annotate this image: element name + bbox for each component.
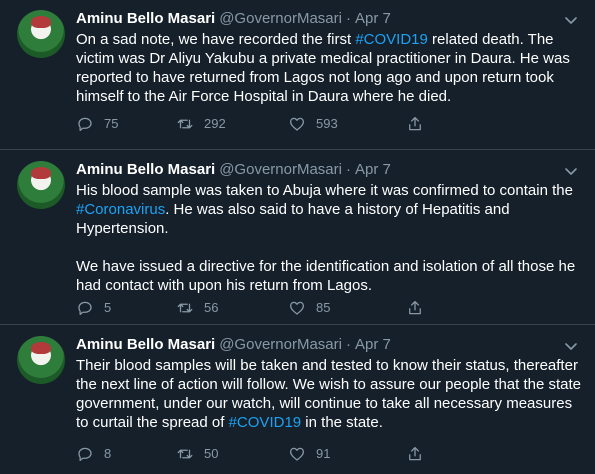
- tweet-paragraph: We have issued a directive for the ident…: [76, 258, 576, 294]
- like-button[interactable]: 91: [288, 444, 330, 464]
- tweet-text: On a sad note, we have recorded the firs…: [76, 31, 570, 105]
- retweet-count: 56: [204, 300, 219, 315]
- tweet-header: Aminu Bello Masari @GovernorMasari · Apr 7: [76, 335, 391, 355]
- avatar[interactable]: [17, 10, 65, 58]
- avatar[interactable]: [17, 161, 65, 209]
- author-handle[interactable]: @GovernorMasari: [219, 161, 342, 178]
- share-button[interactable]: [406, 298, 434, 318]
- reply-icon: [78, 301, 92, 316]
- tweet-date[interactable]: Apr 7: [355, 161, 391, 178]
- tweet-text: His blood sample was taken to Abuja wher…: [76, 181, 586, 295]
- like-icon: [289, 447, 305, 461]
- like-count: 91: [316, 446, 331, 461]
- chevron-down-icon[interactable]: [563, 163, 579, 179]
- chevron-down-icon[interactable]: [563, 12, 579, 28]
- hashtag-link[interactable]: #COVID19: [229, 414, 302, 431]
- retweet-button[interactable]: 50: [176, 444, 218, 464]
- reply-button[interactable]: 75: [76, 114, 118, 134]
- like-count: 593: [316, 116, 338, 131]
- reply-count: 5: [104, 300, 112, 315]
- tweet-actions: 5 56 85: [76, 298, 516, 318]
- retweet-icon: [177, 303, 193, 313]
- share-button[interactable]: [406, 444, 434, 464]
- tweet[interactable]: Aminu Bello Masari @GovernorMasari · Apr 7 …: [0, 0, 595, 150]
- like-icon: [289, 117, 305, 131]
- retweet-count: 50: [204, 446, 219, 461]
- author-handle[interactable]: @GovernorMasari: [219, 10, 342, 27]
- share-button[interactable]: [406, 114, 434, 134]
- reply-count: 75: [104, 116, 119, 131]
- tweet-text: Their blood samples will be taken and te…: [76, 357, 582, 431]
- tweet-date[interactable]: Apr 7: [355, 10, 391, 27]
- share-icon: [409, 446, 421, 461]
- tweet-actions: 8 50 91: [76, 444, 516, 464]
- tweet-header: Aminu Bello Masari @GovernorMasari · Apr 7: [76, 9, 391, 29]
- reply-icon: [78, 117, 92, 132]
- reply-count: 8: [104, 446, 112, 461]
- share-icon: [409, 300, 421, 315]
- reply-button[interactable]: 8: [76, 444, 111, 464]
- author-name[interactable]: Aminu Bello Masari: [76, 161, 215, 178]
- tweet-date[interactable]: Apr 7: [355, 336, 391, 353]
- author-handle[interactable]: @GovernorMasari: [219, 336, 342, 353]
- separator: ·: [345, 336, 351, 353]
- like-count: 85: [316, 300, 331, 315]
- tweet-header: Aminu Bello Masari @GovernorMasari · Apr 7: [76, 160, 391, 180]
- hashtag-link[interactable]: #Coronavirus: [76, 201, 165, 218]
- retweet-button[interactable]: 56: [176, 298, 218, 318]
- tweet-actions: 75 292 593: [76, 114, 516, 134]
- tweet[interactable]: Aminu Bello Masari @GovernorMasari · Apr 7 …: [0, 326, 595, 474]
- separator: ·: [345, 161, 351, 178]
- reply-icon: [78, 447, 92, 462]
- separator: ·: [345, 10, 351, 27]
- author-name[interactable]: Aminu Bello Masari: [76, 10, 215, 27]
- tweet[interactable]: Aminu Bello Masari @GovernorMasari · Apr 7 …: [0, 151, 595, 325]
- share-icon: [409, 116, 421, 131]
- retweet-button[interactable]: 292: [176, 114, 226, 134]
- author-name[interactable]: Aminu Bello Masari: [76, 336, 215, 353]
- like-button[interactable]: 593: [288, 114, 338, 134]
- retweet-count: 292: [204, 116, 226, 131]
- like-button[interactable]: 85: [288, 298, 330, 318]
- retweet-icon: [177, 449, 193, 459]
- hashtag-link[interactable]: #COVID19: [355, 31, 428, 48]
- reply-button[interactable]: 5: [76, 298, 111, 318]
- avatar[interactable]: [17, 336, 65, 384]
- chevron-down-icon[interactable]: [563, 338, 579, 354]
- retweet-icon: [177, 119, 193, 129]
- like-icon: [289, 301, 305, 315]
